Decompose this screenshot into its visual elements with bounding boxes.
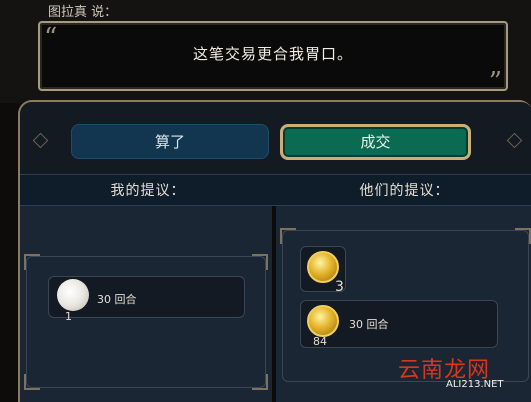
diamond-ornament-icon: [506, 132, 523, 149]
corner-ornament-icon: [252, 254, 268, 270]
offer-header-bar: 我的提议： 他们的提议：: [20, 174, 531, 206]
dialog-quote: 这笔交易更合我胃口。: [192, 45, 353, 63]
corner-ornament-icon: [24, 374, 40, 390]
item-count: 3: [335, 279, 344, 295]
my-offer-item-cotton[interactable]: 1 30 回合: [48, 276, 245, 323]
item-count: 1: [65, 310, 72, 323]
item-count: 84: [313, 335, 327, 348]
their-offer-item-gold[interactable]: 3: [300, 246, 346, 295]
site-watermark: 云南龙网 ALI213.NET: [398, 352, 531, 395]
gold-coins-icon: [307, 305, 339, 337]
corner-ornament-icon: [252, 374, 268, 390]
corner-ornament-icon: [515, 228, 531, 244]
cancel-button[interactable]: 算了: [71, 124, 269, 159]
my-offer-column: 1 30 回合: [20, 206, 272, 402]
corner-ornament-icon: [280, 228, 296, 244]
dialog-panel: 图拉真 说： “ 这笔交易更合我胃口。 ”: [0, 0, 531, 103]
accept-deal-button[interactable]: 成交: [280, 124, 471, 160]
trade-button-bar: 算了 成交: [20, 102, 531, 174]
quote-box: “ 这笔交易更合我胃口。 ”: [38, 21, 508, 95]
item-duration: 30 回合: [97, 293, 137, 306]
watermark-url: ALI213.NET: [446, 379, 504, 390]
corner-ornament-icon: [24, 254, 40, 270]
speaker-label: 图拉真 说：: [48, 5, 118, 20]
diamond-ornament-icon: [32, 132, 49, 149]
their-offer-heading: 他们的提议：: [359, 183, 450, 199]
cotton-icon: [57, 279, 89, 311]
close-quote-icon: ”: [488, 67, 502, 97]
item-duration: 30 回合: [349, 318, 389, 331]
their-offer-item-gold-per-turn[interactable]: 84 30 回合: [300, 300, 498, 348]
my-offer-heading: 我的提议：: [110, 183, 186, 199]
